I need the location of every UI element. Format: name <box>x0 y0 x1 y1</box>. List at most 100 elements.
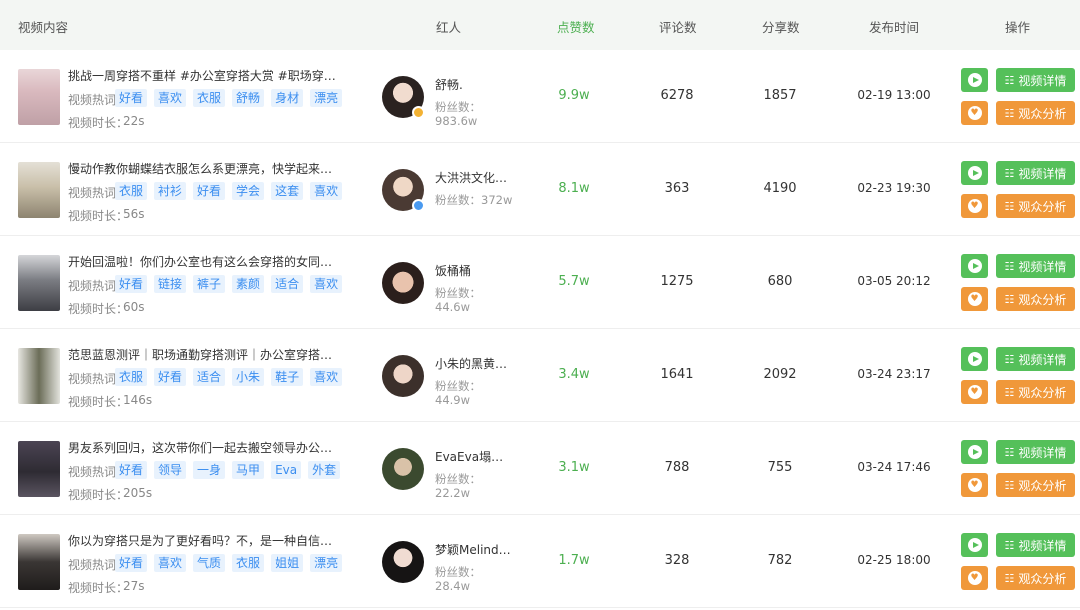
table-row: 慢动作教你蝴蝶结衣服怎么系更漂亮，快学起来吧~#… 视频热词 衣服 衬衫 好看 学会这… <box>0 143 1080 236</box>
video-thumbnail[interactable] <box>18 534 60 590</box>
play-video-button[interactable] <box>961 161 988 185</box>
audience-analysis-button[interactable]: ☷ 观众分析 <box>996 566 1075 590</box>
video-thumbnail[interactable] <box>18 162 60 218</box>
influencer-avatar[interactable] <box>382 355 424 397</box>
video-title[interactable]: 你以为穿搭只是为了更好看吗？不，是一种自信时髦… <box>68 532 340 549</box>
video-title[interactable]: 挑战一周穿搭不重样 #办公室穿搭大赏 #职场穿搭 #… <box>68 67 340 84</box>
video-thumbnail[interactable] <box>18 348 60 404</box>
header-likes[interactable]: 点赞数 <box>557 17 595 36</box>
fans-label: 粉丝数： <box>435 565 481 579</box>
hot-word-tag[interactable]: 一身 <box>193 461 226 479</box>
influencer-avatar[interactable] <box>382 448 424 490</box>
hot-word-tag[interactable]: 好看 <box>154 368 187 386</box>
hot-word-tag[interactable]: 适合 <box>271 275 304 293</box>
hot-word-tag[interactable]: 身材 <box>271 89 304 107</box>
hot-word-tag[interactable]: 好看 <box>115 461 148 479</box>
favorite-button[interactable]: ♥ <box>961 473 988 497</box>
video-detail-button[interactable]: ☷ 视频详情 <box>996 440 1075 464</box>
influencer-name[interactable]: 大洪洪文化… <box>435 169 515 186</box>
hot-word-tag[interactable]: 衣服 <box>193 89 226 107</box>
hot-word-tag[interactable]: 学会 <box>232 182 265 200</box>
list-icon: ☷ <box>1004 106 1015 120</box>
hot-word-tag[interactable]: 适合 <box>193 368 226 386</box>
fans-count: 粉丝数：22.2w <box>435 472 515 500</box>
hot-word-tag[interactable]: 小朱 <box>232 368 265 386</box>
audience-analysis-button[interactable]: ☷ 观众分析 <box>996 473 1075 497</box>
video-title[interactable]: 慢动作教你蝴蝶结衣服怎么系更漂亮，快学起来吧~#… <box>68 160 340 177</box>
hot-word-tag[interactable]: 衣服 <box>232 554 265 572</box>
duration-value: 205s <box>123 486 153 500</box>
hot-word-tag[interactable]: 好看 <box>115 554 148 572</box>
video-detail-button[interactable]: ☷ 视频详情 <box>996 347 1075 371</box>
hot-word-tag[interactable]: 鞋子 <box>271 368 304 386</box>
influencer-avatar[interactable] <box>382 262 424 304</box>
play-video-button[interactable] <box>961 440 988 464</box>
audience-analysis-button[interactable]: ☷ 观众分析 <box>996 287 1075 311</box>
hot-word-tag[interactable]: 衣服 <box>115 368 148 386</box>
header-comments[interactable]: 评论数 <box>659 17 697 36</box>
video-detail-button[interactable]: ☷ 视频详情 <box>996 161 1075 185</box>
header-publish-time[interactable]: 发布时间 <box>869 17 919 36</box>
hot-word-tag[interactable]: 好看 <box>193 182 226 200</box>
video-detail-button[interactable]: ☷ 视频详情 <box>996 254 1075 278</box>
hot-word-tag[interactable]: 好看 <box>115 89 148 107</box>
play-video-button[interactable] <box>961 533 988 557</box>
influencer-name[interactable]: 饭桶桶 <box>435 262 515 279</box>
hot-word-tag[interactable]: 衬衫 <box>154 182 187 200</box>
hot-word-tag[interactable]: 领导 <box>154 461 187 479</box>
hot-word-tag[interactable]: 素颜 <box>232 275 265 293</box>
verified-badge-icon <box>412 199 425 212</box>
video-detail-button[interactable]: ☷ 视频详情 <box>996 68 1075 92</box>
hot-word-tag[interactable]: 喜欢 <box>154 554 187 572</box>
video-thumbnail[interactable] <box>18 255 60 311</box>
video-detail-button[interactable]: ☷ 视频详情 <box>996 533 1075 557</box>
hot-word-tag[interactable]: 喜欢 <box>154 89 187 107</box>
favorite-button[interactable]: ♥ <box>961 566 988 590</box>
shares-count: 4190 <box>763 181 797 196</box>
video-title[interactable]: 范思蓝恩测评｜职场通勤穿搭测评｜办公室穿搭｜#显… <box>68 346 340 363</box>
favorite-button[interactable]: ♥ <box>961 194 988 218</box>
favorite-button[interactable]: ♥ <box>961 101 988 125</box>
hot-word-tag[interactable]: 漂亮 <box>310 89 343 107</box>
video-title[interactable]: 开始回温啦！你们办公室也有这么会穿搭的女同事嘛… <box>68 253 340 270</box>
hot-word-tag[interactable]: 舒畅 <box>232 89 265 107</box>
hot-word-tag[interactable]: 好看 <box>115 275 148 293</box>
heart-icon: ♥ <box>967 571 982 585</box>
hot-word-tag[interactable]: 气质 <box>193 554 226 572</box>
influencer-name[interactable]: 小朱的黑黄… <box>435 355 515 372</box>
video-thumbnail[interactable] <box>18 69 60 125</box>
hot-word-tag[interactable]: Eva <box>271 461 302 479</box>
influencer-name[interactable]: 梦颖Melinda… <box>435 541 515 558</box>
influencer-avatar[interactable] <box>382 541 424 583</box>
fans-value: 44.6w <box>435 300 471 314</box>
fans-count: 粉丝数：983.6w <box>435 100 515 128</box>
hot-word-tag[interactable]: 喜欢 <box>310 275 343 293</box>
hot-word-tag[interactable]: 链接 <box>154 275 187 293</box>
hot-word-tag[interactable]: 外套 <box>308 461 341 479</box>
hot-word-tag[interactable]: 喜欢 <box>310 368 343 386</box>
video-thumbnail[interactable] <box>18 441 60 497</box>
video-title[interactable]: 男友系列回归，这次带你们一起去搬空领导办公室！… <box>68 439 340 456</box>
play-video-button[interactable] <box>961 254 988 278</box>
likes-count: 3.4w <box>558 367 590 382</box>
audience-analysis-button[interactable]: ☷ 观众分析 <box>996 194 1075 218</box>
hot-word-tag[interactable]: 喜欢 <box>310 182 343 200</box>
audience-analysis-button[interactable]: ☷ 观众分析 <box>996 380 1075 404</box>
audience-analysis-button[interactable]: ☷ 观众分析 <box>996 101 1075 125</box>
header-shares[interactable]: 分享数 <box>762 17 800 36</box>
duration-label: 视频时长： <box>68 581 129 595</box>
influencer-name[interactable]: 舒畅. <box>435 76 515 93</box>
list-icon: ☷ <box>1004 73 1015 87</box>
influencer-name[interactable]: EvaEva塌鼻… <box>435 448 515 465</box>
hot-word-tag[interactable]: 漂亮 <box>310 554 343 572</box>
hot-word-tag[interactable]: 衣服 <box>115 182 148 200</box>
fans-value: 28.4w <box>435 579 471 593</box>
play-video-button[interactable] <box>961 68 988 92</box>
hot-word-tag[interactable]: 裤子 <box>193 275 226 293</box>
hot-word-tag[interactable]: 马甲 <box>232 461 265 479</box>
hot-word-tag[interactable]: 这套 <box>271 182 304 200</box>
hot-word-tag[interactable]: 姐姐 <box>271 554 304 572</box>
favorite-button[interactable]: ♥ <box>961 287 988 311</box>
favorite-button[interactable]: ♥ <box>961 380 988 404</box>
play-video-button[interactable] <box>961 347 988 371</box>
